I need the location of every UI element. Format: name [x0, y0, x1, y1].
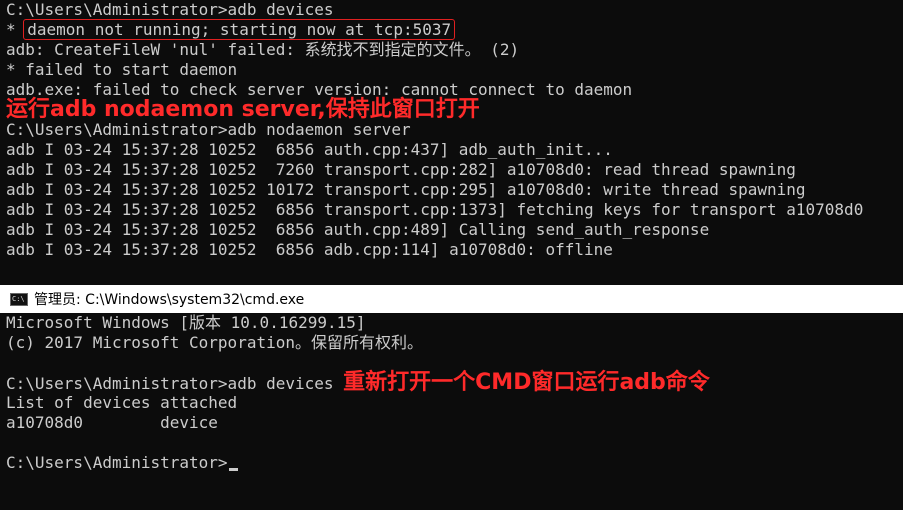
log-line: adb I 03-24 15:37:28 10252 6856 transpor… — [6, 200, 864, 219]
cmd-icon — [10, 292, 28, 306]
log-line: adb I 03-24 15:37:28 10252 6856 auth.cpp… — [6, 140, 613, 159]
terminal-line: (c) 2017 Microsoft Corporation。保留所有权利。 — [6, 333, 423, 352]
terminal-line: adb: CreateFileW 'nul' failed: 系统找不到指定的文… — [6, 40, 520, 59]
device-list-entry: a10708d0 device — [6, 413, 218, 432]
terminal-line: * failed to start daemon — [6, 60, 238, 79]
terminal-line: * daemon not running; starting now at tc… — [0, 19, 903, 40]
background-terminal[interactable]: C:\Users\Administrator>adb devices * dae… — [0, 0, 903, 285]
cmd-window-titlebar[interactable]: 管理员: C:\Windows\system32\cmd.exe — [0, 285, 903, 313]
log-line: adb I 03-24 15:37:28 10252 6856 auth.cpp… — [6, 220, 710, 239]
terminal-line: C:\Users\Administrator>adb devices — [6, 0, 334, 19]
terminal-line: C:\Users\Administrator>adb devices 重新打开一… — [0, 370, 903, 395]
text-cursor — [228, 468, 238, 471]
log-line: adb I 03-24 15:37:28 10252 6856 adb.cpp:… — [6, 240, 613, 259]
terminal-line: C:\Users\Administrator>adb nodaemon serv… — [6, 120, 411, 139]
prompt-text: C:\Users\Administrator> — [6, 453, 228, 472]
command-prompt[interactable]: C:\Users\Administrator> — [0, 453, 903, 473]
highlighted-daemon-message: daemon not running; starting now at tcp:… — [23, 19, 456, 40]
log-line: adb I 03-24 15:37:28 10252 10172 transpo… — [6, 180, 806, 199]
log-line: adb I 03-24 15:37:28 10252 7260 transpor… — [6, 160, 796, 179]
terminal-text: C:\Users\Administrator>adb devices — [6, 374, 344, 393]
terminal-line: Microsoft Windows [版本 10.0.16299.15] — [6, 313, 366, 332]
foreground-terminal[interactable]: Microsoft Windows [版本 10.0.16299.15] (c)… — [0, 313, 903, 510]
terminal-line: List of devices attached — [6, 393, 238, 412]
window-title: 管理员: C:\Windows\system32\cmd.exe — [34, 292, 305, 308]
annotation-open-new-cmd: 重新打开一个CMD窗口运行adb命令 — [343, 370, 710, 395]
annotation-keep-window-open: 运行adb nodaemon server,保持此窗口打开 — [6, 97, 480, 122]
